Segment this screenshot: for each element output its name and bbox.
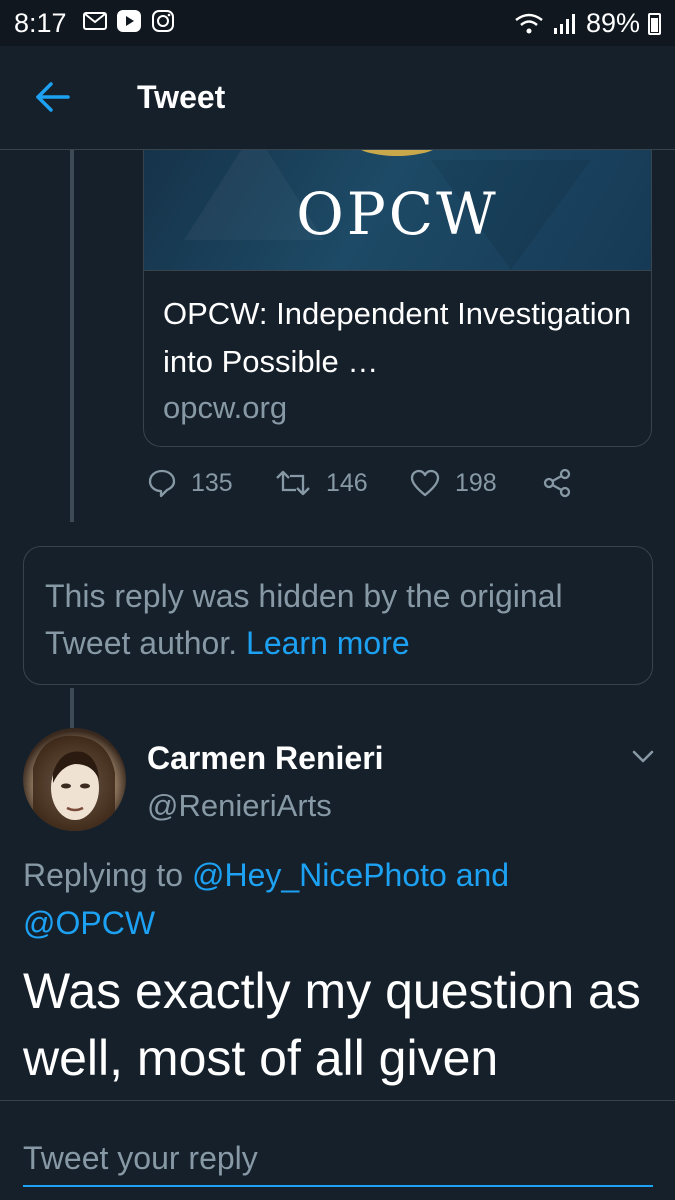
notification-icons <box>82 10 176 32</box>
page-title: Tweet <box>137 79 226 115</box>
avatar[interactable] <box>23 728 126 831</box>
link-card[interactable]: OPCW OPCW: Independent Investigation int… <box>143 150 652 447</box>
reply-button[interactable]: 135 <box>147 468 233 498</box>
play-icon <box>117 10 141 32</box>
reply-composer <box>0 1100 675 1200</box>
top-app-bar: Tweet <box>0 46 675 150</box>
hidden-reply-notice: This reply was hidden by the original Tw… <box>23 546 653 685</box>
opcw-emblem-icon <box>361 150 433 156</box>
tweet-text: Was exactly my question as well, most of… <box>23 963 641 1086</box>
retweet-count: 146 <box>326 468 368 497</box>
signal-icon <box>553 13 575 34</box>
arrow-left-icon[interactable] <box>34 80 72 114</box>
battery-icon <box>648 12 661 35</box>
replying-to: Replying to @Hey_NicePhoto and @OPCW <box>23 851 643 947</box>
status-right: 89% <box>514 8 661 39</box>
avatar-portrait <box>33 735 115 831</box>
link-card-title: OPCW: Independent Investigation into Pos… <box>163 296 632 379</box>
author-name[interactable]: Carmen Renieri <box>147 740 384 777</box>
tweet-actions: 135 146 198 <box>143 468 643 508</box>
reply-icon <box>148 469 176 498</box>
battery-percent: 89% <box>585 8 640 38</box>
replying-prefix: Replying to <box>23 857 184 893</box>
status-time: 8:17 <box>14 8 67 38</box>
share-icon <box>543 468 571 498</box>
gmail-icon <box>83 12 107 30</box>
reply-count: 135 <box>191 468 233 497</box>
link-card-domain: opcw.org <box>163 390 288 425</box>
heart-icon <box>410 469 440 497</box>
wifi-icon <box>515 13 543 33</box>
author-handle[interactable]: @RenieriArts <box>147 788 332 824</box>
like-count: 198 <box>455 468 497 497</box>
instagram-icon <box>152 10 174 32</box>
retweet-button[interactable]: 146 <box>274 468 368 498</box>
thread-line <box>70 688 74 728</box>
link-card-logo-text: OPCW <box>296 180 499 248</box>
retweet-icon <box>276 470 310 496</box>
share-button[interactable] <box>541 468 573 498</box>
reply-input[interactable] <box>23 1131 653 1187</box>
link-card-image: OPCW <box>144 150 651 271</box>
like-button[interactable]: 198 <box>409 468 497 498</box>
chevron-down-icon[interactable] <box>630 748 656 766</box>
learn-more-link[interactable]: Learn more <box>246 625 410 661</box>
thread-line <box>70 150 74 522</box>
status-bar: 8:17 89% <box>0 0 675 46</box>
